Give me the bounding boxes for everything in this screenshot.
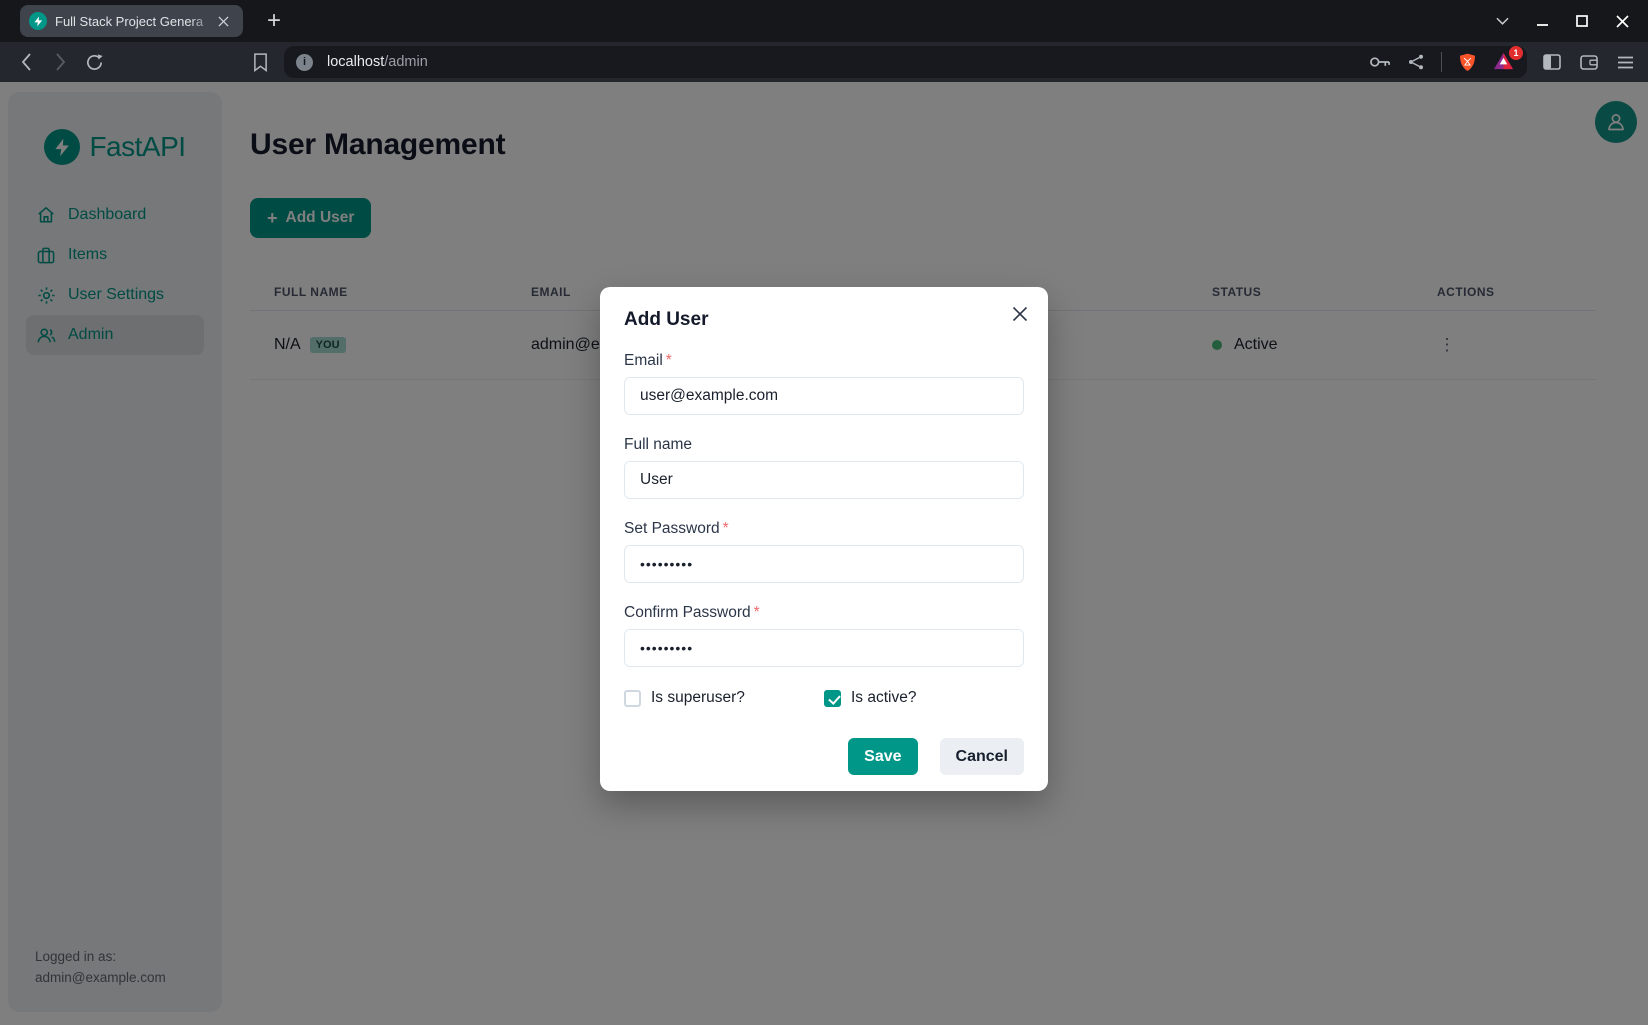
required-marker: * <box>754 604 760 621</box>
wallet-icon[interactable] <box>1580 55 1598 70</box>
close-tab-icon[interactable] <box>218 16 234 27</box>
maximize-button[interactable] <box>1574 13 1590 29</box>
is-superuser-checkbox[interactable]: Is superuser? <box>624 689 824 707</box>
share-icon[interactable] <box>1408 54 1424 70</box>
url-bar[interactable]: i localhost/admin 1 <box>284 46 1527 78</box>
set-password-field-group: Set Password* <box>624 520 1024 583</box>
page-viewport: FastAPI Dashboard Items User Settings <box>0 82 1648 1025</box>
modal-actions: Save Cancel <box>624 738 1024 775</box>
rewards-badge: 1 <box>1509 46 1523 60</box>
set-password-label: Set Password* <box>624 520 1024 538</box>
full-name-field[interactable] <box>624 461 1024 499</box>
checkbox-unchecked-icon[interactable] <box>624 690 641 707</box>
is-active-checkbox[interactable]: Is active? <box>824 689 1024 707</box>
checkbox-row: Is superuser? Is active? <box>624 689 1024 707</box>
close-modal-icon[interactable] <box>1006 300 1034 328</box>
minimize-button[interactable] <box>1534 13 1550 29</box>
is-superuser-label: Is superuser? <box>651 689 745 707</box>
reload-icon[interactable] <box>82 50 106 74</box>
site-info-icon[interactable]: i <box>296 54 313 71</box>
forward-icon[interactable] <box>48 50 72 74</box>
save-button[interactable]: Save <box>848 738 917 775</box>
browser-nav-bar: i localhost/admin 1 <box>0 42 1648 82</box>
url-text: localhost/admin <box>327 54 428 70</box>
email-label: Email* <box>624 352 1024 370</box>
url-path: /admin <box>384 54 428 70</box>
tab-title: Full Stack Project Genera <box>55 14 216 29</box>
confirm-password-field[interactable] <box>624 629 1024 667</box>
new-tab-button[interactable]: + <box>267 11 281 31</box>
menu-icon[interactable] <box>1617 56 1634 69</box>
url-host: localhost <box>327 54 384 70</box>
browser-tab-bar: Full Stack Project Genera + <box>0 0 1648 42</box>
divider <box>1441 52 1442 72</box>
key-icon[interactable] <box>1370 56 1391 68</box>
email-field-group: Email* <box>624 352 1024 415</box>
required-marker: * <box>666 352 672 369</box>
is-active-label: Is active? <box>851 689 916 707</box>
back-icon[interactable] <box>14 50 38 74</box>
browser-tab[interactable]: Full Stack Project Genera <box>20 5 243 37</box>
fastapi-favicon <box>29 12 47 30</box>
full-name-field-group: Full name <box>624 436 1024 499</box>
email-field[interactable] <box>624 377 1024 415</box>
brave-rewards-icon[interactable]: 1 <box>1493 52 1515 72</box>
close-window-button[interactable] <box>1614 13 1630 29</box>
required-marker: * <box>723 520 729 537</box>
confirm-password-field-group: Confirm Password* <box>624 604 1024 667</box>
bookmark-icon[interactable] <box>248 50 272 74</box>
confirm-password-label: Confirm Password* <box>624 604 1024 622</box>
sidebar-toggle-icon[interactable] <box>1543 54 1561 70</box>
add-user-modal: Add User Email* Full name Set Password* … <box>600 287 1048 791</box>
brave-shield-icon[interactable] <box>1459 53 1476 72</box>
tab-search-chevron-icon[interactable] <box>1494 13 1510 29</box>
full-name-label: Full name <box>624 436 1024 454</box>
modal-title: Add User <box>624 309 1024 331</box>
checkbox-checked-icon[interactable] <box>824 690 841 707</box>
set-password-field[interactable] <box>624 545 1024 583</box>
cancel-button[interactable]: Cancel <box>940 738 1024 775</box>
